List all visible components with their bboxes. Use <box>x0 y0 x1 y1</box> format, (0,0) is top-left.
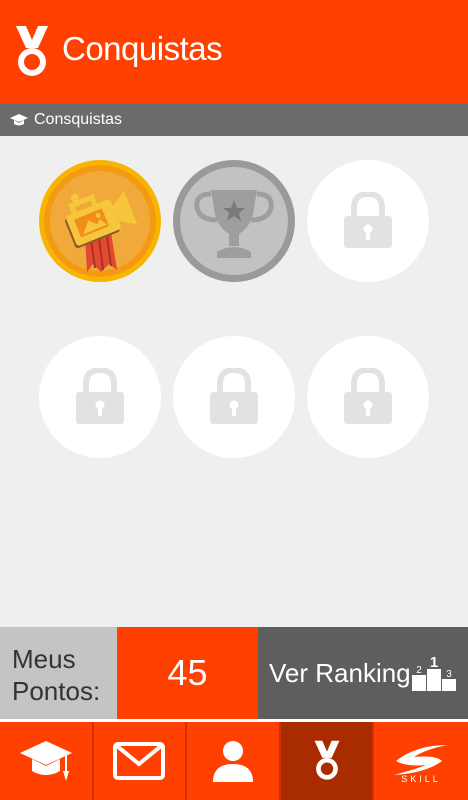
points-bar: Meus Pontos: 45 Ver Ranking 1 2 3 <box>0 627 468 719</box>
page-title: Conquistas <box>62 30 223 67</box>
skill-logo-icon: SKILL <box>394 745 449 783</box>
nav-messages[interactable] <box>94 722 188 800</box>
app-header: Conquistas <box>0 0 468 104</box>
mail-icon <box>113 742 166 780</box>
locked-badge[interactable] <box>39 336 161 458</box>
trophy-badge[interactable] <box>173 160 295 282</box>
skill-logo-text: SKILL <box>401 774 441 783</box>
lock-icon <box>76 368 124 424</box>
medal-icon <box>16 26 48 76</box>
locked-badge[interactable] <box>173 336 295 458</box>
podium-third: 3 <box>446 669 452 680</box>
lock-icon <box>344 192 392 248</box>
nav-courses[interactable] <box>0 722 94 800</box>
locked-badge[interactable] <box>307 160 429 282</box>
video-camera-badge[interactable] <box>39 160 161 282</box>
video-camera-icon <box>39 160 161 282</box>
medal-icon <box>314 740 340 780</box>
podium-second: 2 <box>416 665 422 676</box>
lock-icon <box>344 368 392 424</box>
view-ranking-button[interactable]: Ver Ranking 1 2 3 <box>258 627 468 719</box>
view-ranking-label: Ver Ranking <box>269 657 411 688</box>
nav-achievements[interactable] <box>280 722 375 800</box>
nav-skill-logo[interactable]: SKILL <box>374 722 468 800</box>
bottom-nav: SKILL <box>0 719 468 800</box>
section-title: Consquistas <box>34 111 123 128</box>
locked-badge[interactable] <box>307 336 429 458</box>
section-header: Consquistas <box>0 104 468 136</box>
graduation-cap-icon <box>19 741 72 781</box>
points-value: 45 <box>117 627 258 719</box>
nav-profile[interactable] <box>187 722 281 800</box>
podium-first: 1 <box>430 654 438 671</box>
user-icon <box>212 741 253 782</box>
lock-icon <box>210 368 258 424</box>
my-points-label: Meus Pontos: <box>0 627 117 719</box>
graduation-cap-icon <box>10 114 28 126</box>
podium-icon: 1 2 3 <box>412 654 456 691</box>
trophy-icon <box>173 160 295 282</box>
